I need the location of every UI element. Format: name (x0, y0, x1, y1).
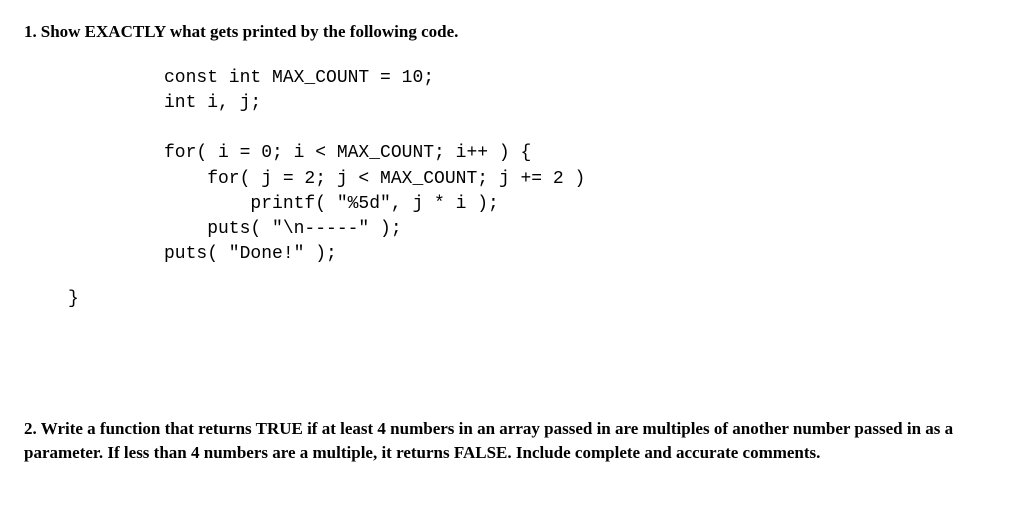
q1-number: 1. (24, 22, 37, 41)
question-2: 2. Write a function that returns TRUE if… (24, 417, 1000, 465)
q2-number: 2. (24, 419, 37, 438)
q1-closing-brace: } (68, 289, 1000, 309)
q2-prompt: Write a function that returns TRUE if at… (24, 419, 953, 462)
q1-code: const int MAX_COUNT = 10; int i, j; for(… (164, 66, 1000, 268)
spacing (24, 327, 1000, 417)
question-1: 1. Show EXACTLY what gets printed by the… (24, 20, 1000, 309)
q1-prompt: Show EXACTLY what gets printed by the fo… (41, 22, 459, 41)
